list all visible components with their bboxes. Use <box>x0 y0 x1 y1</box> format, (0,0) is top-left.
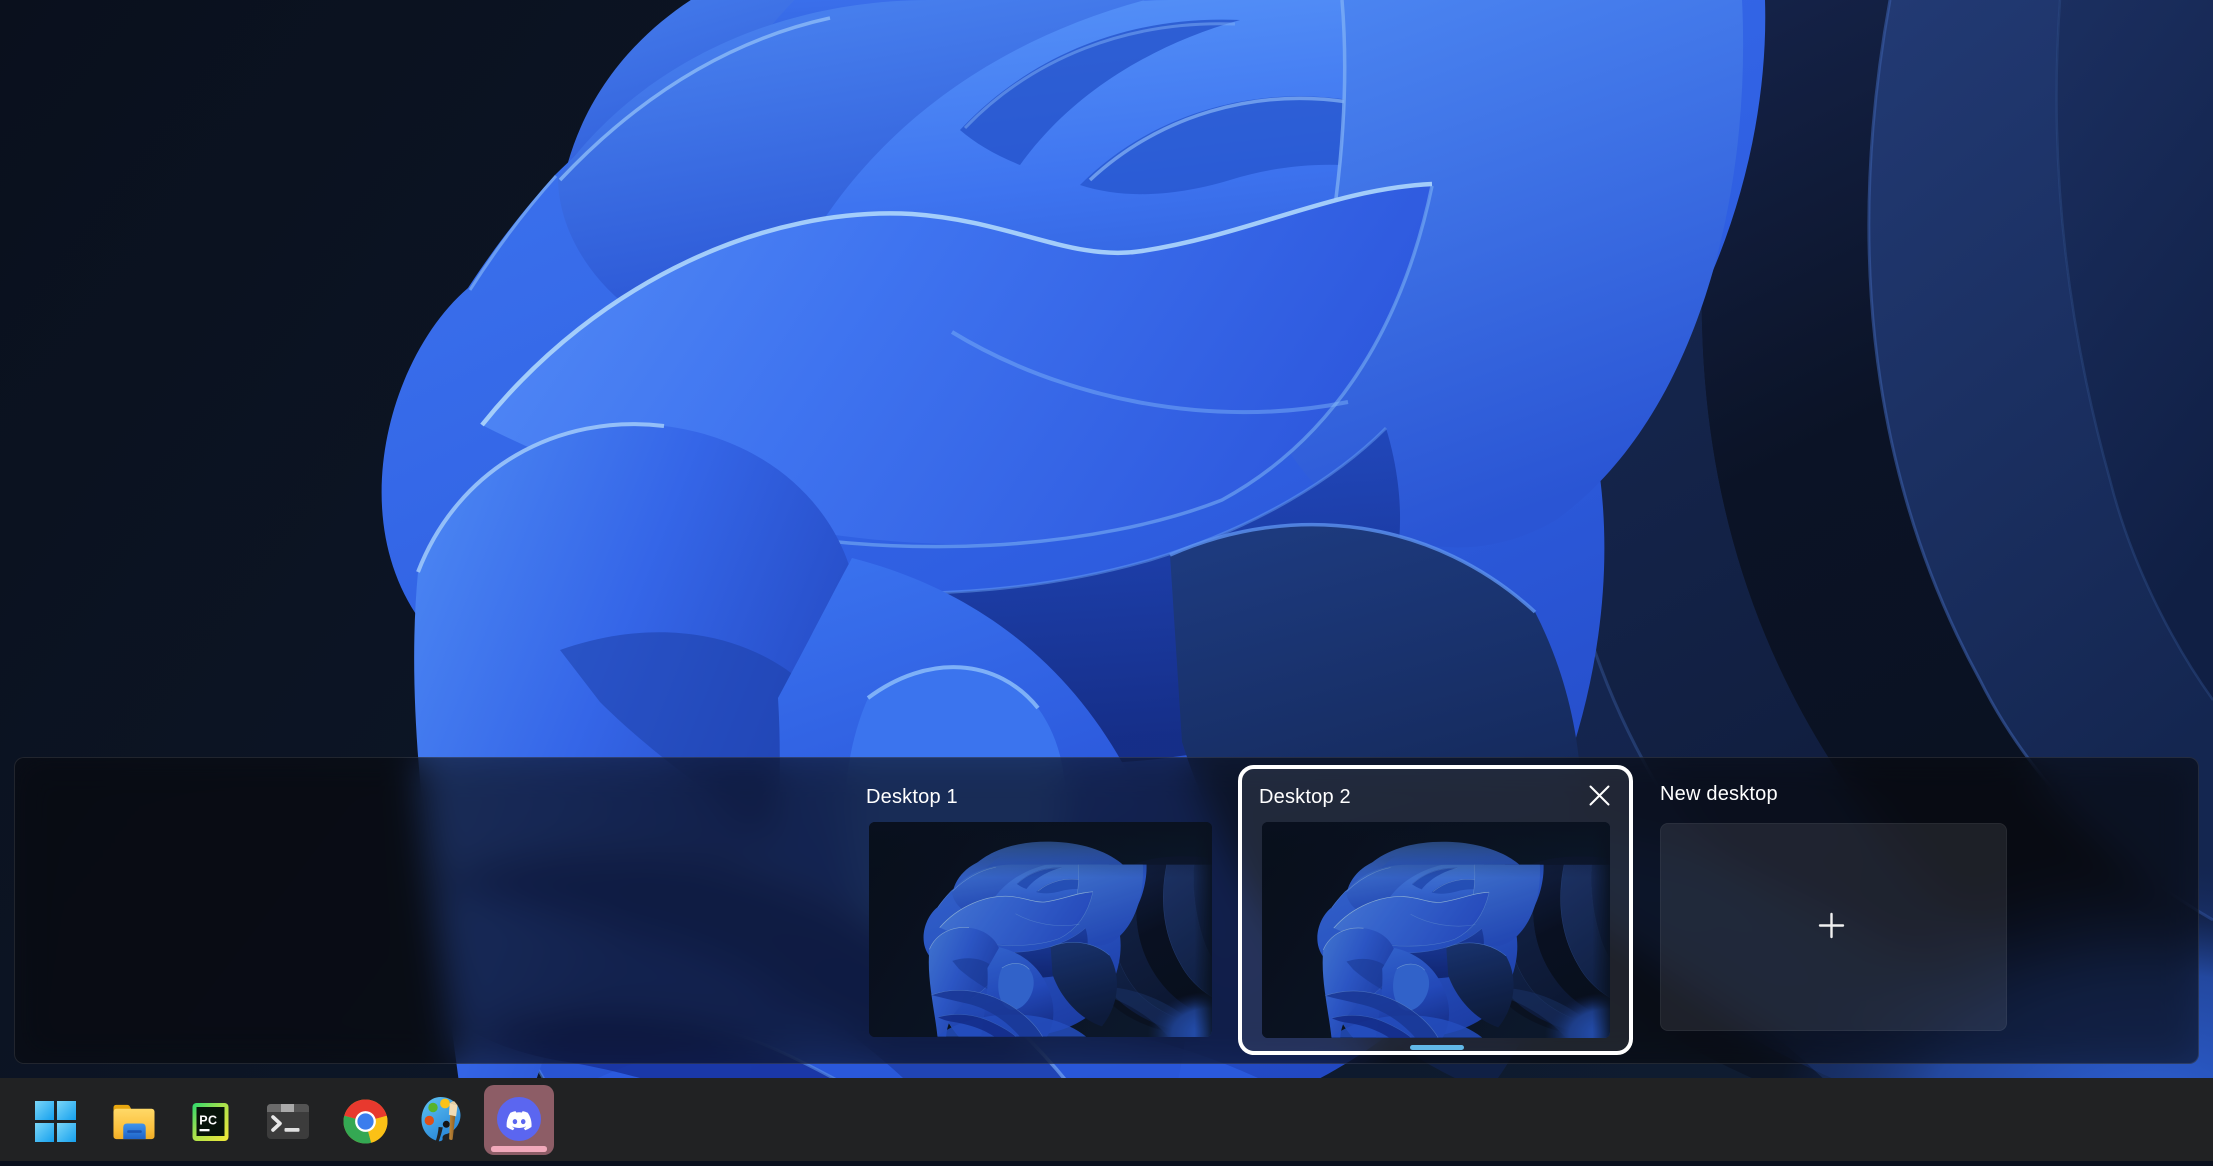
svg-text:PC: PC <box>199 1114 217 1128</box>
